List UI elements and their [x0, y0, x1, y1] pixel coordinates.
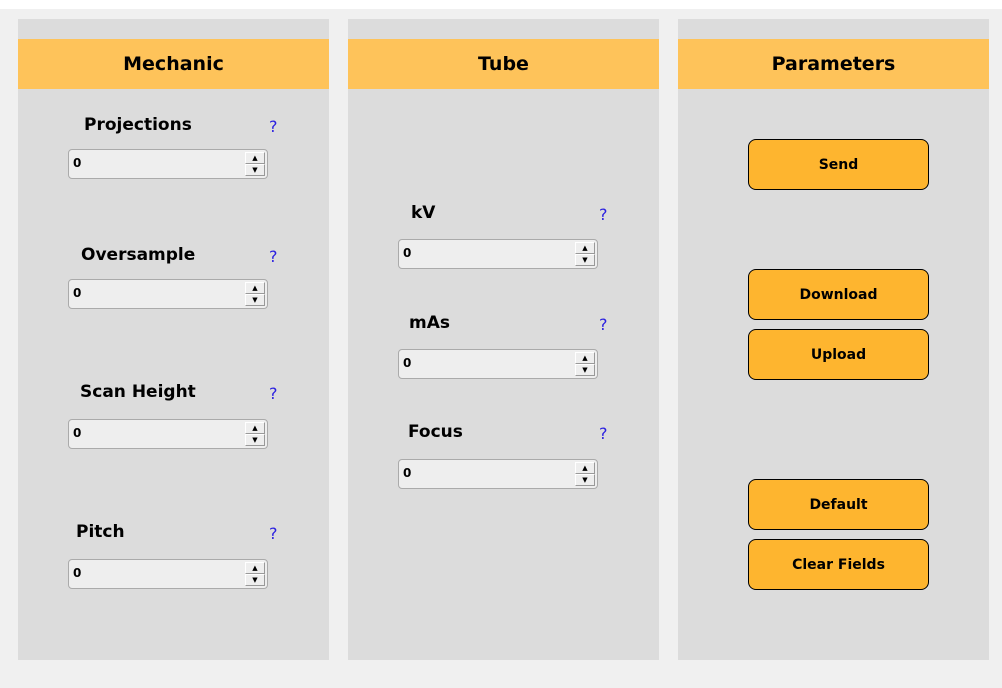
tube-field-2-spinbox[interactable]: ▲ ▼: [398, 459, 598, 489]
mechanic-field-1-input[interactable]: [73, 286, 233, 300]
clear-fields-button[interactable]: Clear Fields: [748, 539, 929, 590]
default-button[interactable]: Default: [748, 479, 929, 530]
spin-down-arrow-icon[interactable]: ▼: [575, 254, 595, 266]
panel-title: Parameters: [678, 39, 989, 89]
mechanic-field-3-label: Pitch: [76, 522, 125, 542]
send-button[interactable]: Send: [748, 139, 929, 190]
spin-down-arrow-icon[interactable]: ▼: [575, 474, 595, 486]
parameters-panel: Parameters Send Download Upload Default …: [678, 19, 989, 660]
tube-field-0-spinbox[interactable]: ▲ ▼: [398, 239, 598, 269]
spin-up-arrow-icon[interactable]: ▲: [245, 152, 265, 164]
tube-field-0-input[interactable]: [403, 246, 563, 260]
upload-button[interactable]: Upload: [748, 329, 929, 380]
spin-up-arrow-icon[interactable]: ▲: [575, 242, 595, 254]
mechanic-field-0-label: Projections: [84, 115, 192, 135]
mechanic-field-0-input[interactable]: [73, 156, 233, 170]
tube-panel: Tube kV ? ▲ ▼ mAs ? ▲ ▼ Focus ? ▲ ▼: [348, 19, 659, 660]
spin-up-arrow-icon[interactable]: ▲: [575, 462, 595, 474]
mechanic-field-2-spinbox[interactable]: ▲ ▼: [68, 419, 268, 449]
panel-title: Tube: [348, 39, 659, 89]
help-icon[interactable]: ?: [599, 205, 608, 224]
tube-field-1-label: mAs: [409, 313, 450, 333]
spin-up-arrow-icon[interactable]: ▲: [575, 352, 595, 364]
spin-down-arrow-icon[interactable]: ▼: [245, 434, 265, 446]
spin-down-arrow-icon[interactable]: ▼: [245, 164, 265, 176]
help-icon[interactable]: ?: [599, 424, 608, 443]
top-strip: [0, 0, 1002, 9]
spin-up-arrow-icon[interactable]: ▲: [245, 282, 265, 294]
help-icon[interactable]: ?: [269, 247, 278, 266]
spin-down-arrow-icon[interactable]: ▼: [245, 294, 265, 306]
spin-down-arrow-icon[interactable]: ▼: [245, 574, 265, 586]
tube-field-1-input[interactable]: [403, 356, 563, 370]
download-button[interactable]: Download: [748, 269, 929, 320]
mechanic-field-3-input[interactable]: [73, 566, 233, 580]
tube-field-0-label: kV: [411, 203, 436, 223]
tube-field-2-label: Focus: [408, 422, 463, 442]
mechanic-field-1-label: Oversample: [81, 245, 196, 265]
spin-up-arrow-icon[interactable]: ▲: [245, 562, 265, 574]
panel-title: Mechanic: [18, 39, 329, 89]
mechanic-panel: Mechanic Projections ? ▲ ▼ Oversample ? …: [18, 19, 329, 660]
tube-field-1-spinbox[interactable]: ▲ ▼: [398, 349, 598, 379]
mechanic-field-2-label: Scan Height: [80, 382, 196, 402]
spin-down-arrow-icon[interactable]: ▼: [575, 364, 595, 376]
mechanic-field-1-spinbox[interactable]: ▲ ▼: [68, 279, 268, 309]
help-icon[interactable]: ?: [599, 315, 608, 334]
mechanic-field-2-input[interactable]: [73, 426, 233, 440]
help-icon[interactable]: ?: [269, 117, 278, 136]
mechanic-field-3-spinbox[interactable]: ▲ ▼: [68, 559, 268, 589]
help-icon[interactable]: ?: [269, 384, 278, 403]
tube-field-2-input[interactable]: [403, 466, 563, 480]
help-icon[interactable]: ?: [269, 524, 278, 543]
spin-up-arrow-icon[interactable]: ▲: [245, 422, 265, 434]
mechanic-field-0-spinbox[interactable]: ▲ ▼: [68, 149, 268, 179]
